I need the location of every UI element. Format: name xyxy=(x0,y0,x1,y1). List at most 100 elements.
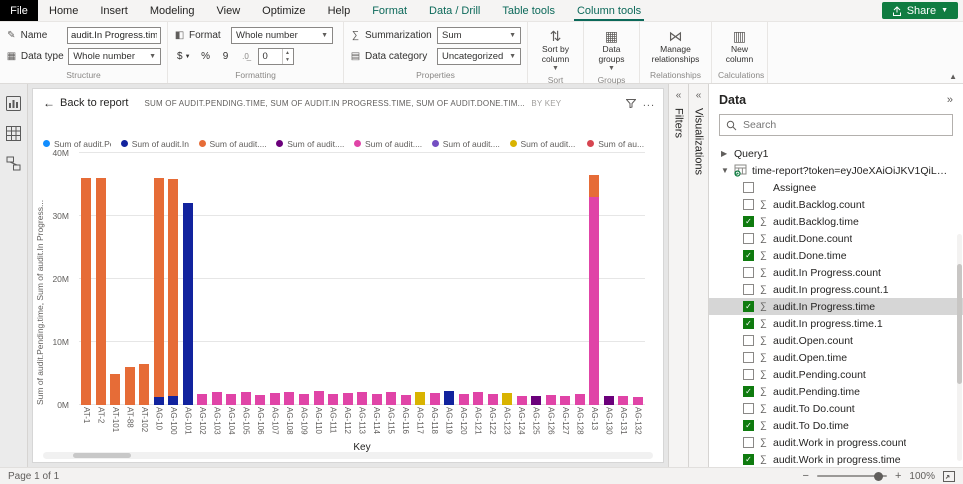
field-checkbox[interactable] xyxy=(743,233,754,244)
bar-at-88[interactable] xyxy=(125,367,135,405)
summarization-dropdown[interactable]: Sum ▼ xyxy=(437,27,521,44)
bar-ag-110[interactable] xyxy=(314,391,324,405)
field-checkbox[interactable] xyxy=(743,267,754,278)
field-row-assignee[interactable]: Assignee xyxy=(709,179,963,196)
field-row-audit-in-progress-time-1[interactable]: ✓∑audit.In progress.time.1 xyxy=(709,315,963,332)
bar-at-102[interactable] xyxy=(139,364,149,405)
field-row-audit-in-progress-time[interactable]: ✓∑audit.In Progress.time xyxy=(709,298,963,315)
field-checkbox[interactable]: ✓ xyxy=(743,420,754,431)
field-checkbox[interactable] xyxy=(743,403,754,414)
new-column-button[interactable]: ▥ New column xyxy=(718,27,761,66)
field-row-audit-done-time[interactable]: ✓∑audit.Done.time xyxy=(709,247,963,264)
horizontal-scrollbar-thumb[interactable] xyxy=(73,453,131,458)
menu-tab-help[interactable]: Help xyxy=(317,0,362,21)
field-checkbox[interactable]: ✓ xyxy=(743,216,754,227)
bar-ag-125[interactable] xyxy=(531,396,541,405)
field-checkbox[interactable] xyxy=(743,284,754,295)
format-dropdown[interactable]: Whole number ▼ xyxy=(231,27,333,44)
field-row-audit-to-do-time[interactable]: ✓∑audit.To Do.time xyxy=(709,417,963,434)
sort-by-column-button[interactable]: ⇅ Sort by column ▼ xyxy=(534,27,577,74)
data-pane-scrollbar[interactable] xyxy=(957,234,962,461)
chevron-down-icon[interactable]: ▼ xyxy=(721,166,729,175)
field-checkbox[interactable]: ✓ xyxy=(743,301,754,312)
bar-ag-113[interactable] xyxy=(357,392,367,405)
field-row-audit-in-progress-count[interactable]: ∑audit.In Progress.count xyxy=(709,264,963,281)
search-input[interactable] xyxy=(743,119,946,131)
bar-ag-124[interactable] xyxy=(517,396,527,405)
field-checkbox[interactable] xyxy=(743,437,754,448)
menu-tab-insert[interactable]: Insert xyxy=(89,0,139,21)
share-button[interactable]: Share ▼ xyxy=(882,2,958,19)
data-groups-button[interactable]: ▦ Data groups ▼ xyxy=(590,27,633,74)
chevron-right-icon[interactable]: ▶ xyxy=(721,149,729,158)
field-row-audit-done-count[interactable]: ∑audit.Done.count xyxy=(709,230,963,247)
field-checkbox[interactable]: ✓ xyxy=(743,454,754,465)
currency-format-button[interactable]: $▼ xyxy=(174,48,194,65)
name-input[interactable] xyxy=(67,27,161,44)
stepper-down-icon[interactable]: ▼ xyxy=(283,57,293,65)
bar-ag-119[interactable] xyxy=(444,391,454,405)
menu-tab-optimize[interactable]: Optimize xyxy=(251,0,316,21)
field-row-audit-open-time[interactable]: ∑audit.Open.time xyxy=(709,349,963,366)
thousands-separator-button[interactable]: 9 xyxy=(218,48,234,65)
data-type-dropdown[interactable]: Whole number ▼ xyxy=(68,48,161,65)
data-pane-scrollbar-thumb[interactable] xyxy=(957,264,962,384)
legend-item-sum-of-au[interactable]: Sum of au... xyxy=(587,137,655,150)
percent-format-button[interactable]: % xyxy=(198,48,214,65)
bar-ag-126[interactable] xyxy=(546,395,556,405)
menu-tab-modeling[interactable]: Modeling xyxy=(139,0,206,21)
bar-ag-104[interactable] xyxy=(226,394,236,405)
field-checkbox[interactable] xyxy=(743,352,754,363)
bar-ag-13[interactable] xyxy=(589,175,599,405)
legend-item-sum-of-audit[interactable]: Sum of audit... xyxy=(510,137,578,150)
bar-ag-123[interactable] xyxy=(502,393,512,405)
bar-at-1[interactable] xyxy=(81,178,91,405)
bar-ag-132[interactable] xyxy=(633,397,643,405)
data-view-button[interactable] xyxy=(6,126,21,141)
field-row-audit-work-in-progress-time[interactable]: ✓∑audit.Work in progress.time xyxy=(709,451,963,467)
bar-ag-128[interactable] xyxy=(575,394,585,405)
stepper-up-icon[interactable]: ▲ xyxy=(283,49,293,57)
bar-ag-111[interactable] xyxy=(328,394,338,405)
expand-filters-icon[interactable]: « xyxy=(676,91,682,101)
visualizations-pane-label[interactable]: Visualizations xyxy=(693,108,705,175)
bar-ag-109[interactable] xyxy=(299,394,309,405)
menu-tab-table-tools[interactable]: Table tools xyxy=(491,0,566,21)
bar-ag-112[interactable] xyxy=(343,393,353,405)
expand-visualizations-icon[interactable]: « xyxy=(696,91,702,101)
bar-at-2[interactable] xyxy=(96,178,106,405)
bar-ag-10[interactable] xyxy=(154,178,164,405)
bar-ag-114[interactable] xyxy=(372,394,382,405)
report-view-button[interactable] xyxy=(6,96,21,111)
field-search-box[interactable] xyxy=(719,114,953,136)
field-checkbox[interactable]: ✓ xyxy=(743,250,754,261)
legend-item-sum-of-audit-in[interactable]: Sum of audit.In ... xyxy=(121,137,189,150)
field-checkbox[interactable] xyxy=(743,369,754,380)
legend-item-sum-of-audit[interactable]: Sum of audit..... xyxy=(354,137,422,150)
field-row-audit-backlog-time[interactable]: ✓∑audit.Backlog.time xyxy=(709,213,963,230)
field-checkbox[interactable] xyxy=(743,199,754,210)
legend-item-sum-of-audit[interactable]: Sum of audit.... xyxy=(432,137,500,150)
bar-at-101[interactable] xyxy=(110,374,120,406)
bar-ag-118[interactable] xyxy=(430,393,440,405)
menu-tab-data-drill[interactable]: Data / Drill xyxy=(418,0,491,21)
bar-ag-121[interactable] xyxy=(473,392,483,405)
horizontal-scrollbar[interactable] xyxy=(43,452,653,459)
bar-ag-100[interactable] xyxy=(168,179,178,405)
collapse-ribbon-button[interactable]: ▲ xyxy=(949,72,957,81)
field-checkbox[interactable]: ✓ xyxy=(743,318,754,329)
field-checkbox[interactable]: ✓ xyxy=(743,386,754,397)
bar-ag-122[interactable] xyxy=(488,394,498,405)
filter-funnel-icon[interactable] xyxy=(626,99,636,108)
field-row-audit-in-progress-count-1[interactable]: ∑audit.In progress.count.1 xyxy=(709,281,963,298)
back-to-report-button[interactable]: ← Back to report xyxy=(43,96,128,110)
manage-relationships-button[interactable]: ⋈ Manage relationships xyxy=(646,27,705,66)
zoom-slider-thumb[interactable] xyxy=(874,472,883,481)
menu-tab-view[interactable]: View xyxy=(206,0,252,21)
bar-ag-102[interactable] xyxy=(197,394,207,405)
zoom-in-button[interactable]: + xyxy=(895,470,901,482)
bar-ag-120[interactable] xyxy=(459,394,469,405)
data-category-dropdown[interactable]: Uncategorized ▼ xyxy=(437,48,521,65)
legend-item-sum-of-audit[interactable]: Sum of audit.... xyxy=(276,137,344,150)
collapse-data-pane-button[interactable]: » xyxy=(947,94,953,106)
